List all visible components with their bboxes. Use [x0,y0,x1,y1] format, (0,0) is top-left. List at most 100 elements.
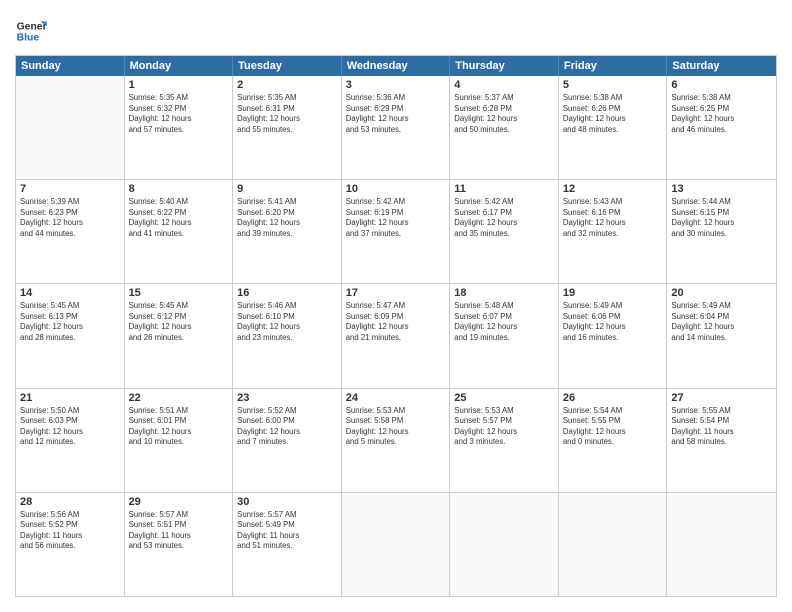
day-number: 1 [129,79,229,91]
calendar-cell: 28 Sunrise: 5:56 AM Sunset: 5:52 PM Dayli… [16,493,125,596]
day-header-wednesday: Wednesday [342,56,451,76]
calendar-cell: 25 Sunrise: 5:53 AM Sunset: 5:57 PM Dayli… [450,389,559,492]
day-info: Sunrise: 5:56 AM Sunset: 5:52 PM Dayligh… [20,510,120,552]
day-number: 29 [129,496,229,508]
calendar-cell: 22 Sunrise: 5:51 AM Sunset: 6:01 PM Dayli… [125,389,234,492]
day-info: Sunrise: 5:44 AM Sunset: 6:15 PM Dayligh… [671,197,772,239]
svg-text:General: General [17,21,47,32]
day-number: 24 [346,392,446,404]
day-info: Sunrise: 5:41 AM Sunset: 6:20 PM Dayligh… [237,197,337,239]
calendar-cell: 20 Sunrise: 5:49 AM Sunset: 6:04 PM Dayli… [667,284,776,387]
calendar-body: 1 Sunrise: 5:35 AM Sunset: 6:32 PM Daylig… [16,76,776,596]
calendar-week-2: 7 Sunrise: 5:39 AM Sunset: 6:23 PM Daylig… [16,180,776,284]
calendar-cell: 27 Sunrise: 5:55 AM Sunset: 5:54 PM Dayli… [667,389,776,492]
calendar-cell: 30 Sunrise: 5:57 AM Sunset: 5:49 PM Dayli… [233,493,342,596]
calendar: SundayMondayTuesdayWednesdayThursdayFrid… [15,55,777,597]
day-number: 5 [563,79,663,91]
calendar-cell: 29 Sunrise: 5:57 AM Sunset: 5:51 PM Dayli… [125,493,234,596]
calendar-header: SundayMondayTuesdayWednesdayThursdayFrid… [16,56,776,76]
day-info: Sunrise: 5:45 AM Sunset: 6:12 PM Dayligh… [129,301,229,343]
calendar-week-5: 28 Sunrise: 5:56 AM Sunset: 5:52 PM Dayli… [16,493,776,596]
day-number: 20 [671,287,772,299]
day-number: 16 [237,287,337,299]
day-info: Sunrise: 5:42 AM Sunset: 6:19 PM Dayligh… [346,197,446,239]
calendar-cell: 14 Sunrise: 5:45 AM Sunset: 6:13 PM Dayli… [16,284,125,387]
day-number: 12 [563,183,663,195]
day-info: Sunrise: 5:53 AM Sunset: 5:58 PM Dayligh… [346,406,446,448]
calendar-week-4: 21Sunrise: 5:50 AM Sunset: 6:03 PM Dayli… [16,389,776,493]
day-info: Sunrise: 5:39 AM Sunset: 6:23 PM Dayligh… [20,197,120,239]
day-info: Sunrise: 5:35 AM Sunset: 6:32 PM Dayligh… [129,93,229,135]
day-number: 25 [454,392,554,404]
day-info: Sunrise: 5:53 AM Sunset: 5:57 PM Dayligh… [454,406,554,448]
calendar-cell: 9 Sunrise: 5:41 AM Sunset: 6:20 PM Daylig… [233,180,342,283]
calendar-cell: 5 Sunrise: 5:38 AM Sunset: 6:26 PM Daylig… [559,76,668,179]
calendar-cell [559,493,668,596]
calendar-cell [342,493,451,596]
day-info: Sunrise: 5:57 AM Sunset: 5:51 PM Dayligh… [129,510,229,552]
day-info: Sunrise: 5:40 AM Sunset: 6:22 PM Dayligh… [129,197,229,239]
day-info: Sunrise: 5:43 AM Sunset: 6:16 PM Dayligh… [563,197,663,239]
day-number: 17 [346,287,446,299]
day-header-thursday: Thursday [450,56,559,76]
calendar-cell [16,76,125,179]
calendar-week-3: 14 Sunrise: 5:45 AM Sunset: 6:13 PM Dayli… [16,284,776,388]
day-number: 30 [237,496,337,508]
day-number: 6 [671,79,772,91]
day-info: Sunrise: 5:45 AM Sunset: 6:13 PM Dayligh… [20,301,120,343]
day-number: 22 [129,392,229,404]
day-info: Sunrise: 5:48 AM Sunset: 6:07 PM Dayligh… [454,301,554,343]
calendar-cell: 10Sunrise: 5:42 AM Sunset: 6:19 PM Dayli… [342,180,451,283]
calendar-cell: 19Sunrise: 5:49 AM Sunset: 6:06 PM Dayli… [559,284,668,387]
calendar-week-1: 1 Sunrise: 5:35 AM Sunset: 6:32 PM Daylig… [16,76,776,180]
calendar-cell: 18 Sunrise: 5:48 AM Sunset: 6:07 PM Dayli… [450,284,559,387]
day-info: Sunrise: 5:51 AM Sunset: 6:01 PM Dayligh… [129,406,229,448]
day-number: 27 [671,392,772,404]
day-info: Sunrise: 5:38 AM Sunset: 6:25 PM Dayligh… [671,93,772,135]
calendar-cell: 1 Sunrise: 5:35 AM Sunset: 6:32 PM Daylig… [125,76,234,179]
day-info: Sunrise: 5:57 AM Sunset: 5:49 PM Dayligh… [237,510,337,552]
day-info: Sunrise: 5:55 AM Sunset: 5:54 PM Dayligh… [671,406,772,448]
day-number: 19 [563,287,663,299]
day-number: 9 [237,183,337,195]
calendar-cell: 12 Sunrise: 5:43 AM Sunset: 6:16 PM Dayli… [559,180,668,283]
day-info: Sunrise: 5:35 AM Sunset: 6:31 PM Dayligh… [237,93,337,135]
day-number: 11 [454,183,554,195]
calendar-cell: 8 Sunrise: 5:40 AM Sunset: 6:22 PM Daylig… [125,180,234,283]
day-number: 13 [671,183,772,195]
svg-text:Blue: Blue [17,33,40,44]
calendar-cell: 21Sunrise: 5:50 AM Sunset: 6:03 PM Dayli… [16,389,125,492]
day-number: 15 [129,287,229,299]
calendar-cell: 17 Sunrise: 5:47 AM Sunset: 6:09 PM Dayli… [342,284,451,387]
calendar-cell: 16Sunrise: 5:46 AM Sunset: 6:10 PM Dayli… [233,284,342,387]
calendar-cell: 23 Sunrise: 5:52 AM Sunset: 6:00 PM Dayli… [233,389,342,492]
day-info: Sunrise: 5:37 AM Sunset: 6:28 PM Dayligh… [454,93,554,135]
calendar-cell: 24 Sunrise: 5:53 AM Sunset: 5:58 PM Dayli… [342,389,451,492]
day-info: Sunrise: 5:42 AM Sunset: 6:17 PM Dayligh… [454,197,554,239]
calendar-cell: 7 Sunrise: 5:39 AM Sunset: 6:23 PM Daylig… [16,180,125,283]
day-number: 8 [129,183,229,195]
day-info: Sunrise: 5:49 AM Sunset: 6:04 PM Dayligh… [671,301,772,343]
calendar-cell: 13 Sunrise: 5:44 AM Sunset: 6:15 PM Dayli… [667,180,776,283]
calendar-cell: 6 Sunrise: 5:38 AM Sunset: 6:25 PM Daylig… [667,76,776,179]
day-info: Sunrise: 5:38 AM Sunset: 6:26 PM Dayligh… [563,93,663,135]
calendar-cell: 26Sunrise: 5:54 AM Sunset: 5:55 PM Dayli… [559,389,668,492]
day-info: Sunrise: 5:50 AM Sunset: 6:03 PM Dayligh… [20,406,120,448]
calendar-cell: 15 Sunrise: 5:45 AM Sunset: 6:12 PM Dayli… [125,284,234,387]
day-number: 14 [20,287,120,299]
logo-icon: General Blue [15,15,47,47]
day-number: 23 [237,392,337,404]
calendar-cell: 3Sunrise: 5:36 AM Sunset: 6:29 PM Daylig… [342,76,451,179]
day-number: 2 [237,79,337,91]
day-info: Sunrise: 5:52 AM Sunset: 6:00 PM Dayligh… [237,406,337,448]
day-number: 18 [454,287,554,299]
day-header-monday: Monday [125,56,234,76]
day-number: 28 [20,496,120,508]
day-number: 7 [20,183,120,195]
calendar-cell [450,493,559,596]
day-info: Sunrise: 5:47 AM Sunset: 6:09 PM Dayligh… [346,301,446,343]
day-header-tuesday: Tuesday [233,56,342,76]
calendar-cell: 2 Sunrise: 5:35 AM Sunset: 6:31 PM Daylig… [233,76,342,179]
day-number: 3 [346,79,446,91]
logo: General Blue [15,15,51,47]
